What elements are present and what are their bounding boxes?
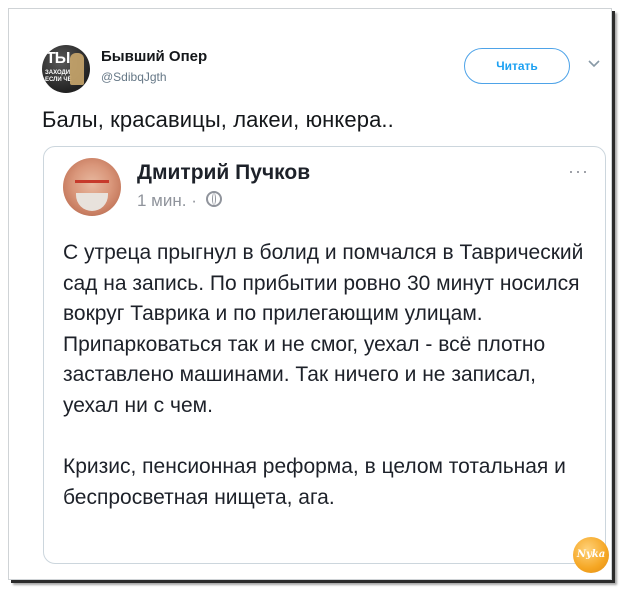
author-handle[interactable]: @SdibqJgth bbox=[101, 70, 167, 84]
follow-button[interactable]: Читать bbox=[464, 48, 570, 84]
avatar-text-small: ЗАХОДИ ЕСЛИ ЧЁ bbox=[45, 70, 72, 83]
post-paragraph: С утреца прыгнул в болид и помчался в Та… bbox=[63, 241, 584, 417]
avatar-glasses bbox=[75, 180, 109, 191]
quoted-author-name[interactable]: Дмитрий Пучков bbox=[137, 161, 310, 185]
post-paragraph: Кризис, пенсионная реформа, в целом тота… bbox=[63, 455, 566, 509]
avatar-figure bbox=[70, 53, 84, 85]
quoted-author-avatar[interactable] bbox=[63, 158, 121, 216]
author-avatar[interactable]: ТЫ ЗАХОДИ ЕСЛИ ЧЁ bbox=[42, 45, 90, 93]
quoted-post-card[interactable]: Дмитрий Пучков 1 мин. · ··· С утреца пры… bbox=[43, 146, 606, 564]
meta-separator: · bbox=[191, 191, 197, 210]
quoted-post-body: С утреца прыгнул в болид и помчался в Та… bbox=[63, 238, 593, 513]
avatar-beard bbox=[76, 193, 108, 211]
quoted-post-meta: 1 мин. · bbox=[137, 191, 222, 211]
globe-icon bbox=[205, 191, 222, 207]
caret-down-icon[interactable] bbox=[587, 59, 601, 69]
watermark-logo: Nyka bbox=[573, 537, 609, 573]
tweet-text: Балы, красавицы, лакеи, юнкера.. bbox=[42, 107, 394, 132]
post-time[interactable]: 1 мин. bbox=[137, 191, 186, 210]
author-name[interactable]: Бывший Опер bbox=[101, 48, 207, 65]
more-icon[interactable]: ··· bbox=[568, 161, 589, 182]
screenshot-frame: ТЫ ЗАХОДИ ЕСЛИ ЧЁ Бывший Опер @SdibqJgth… bbox=[8, 8, 612, 580]
avatar-text-large: ТЫ bbox=[46, 50, 70, 67]
